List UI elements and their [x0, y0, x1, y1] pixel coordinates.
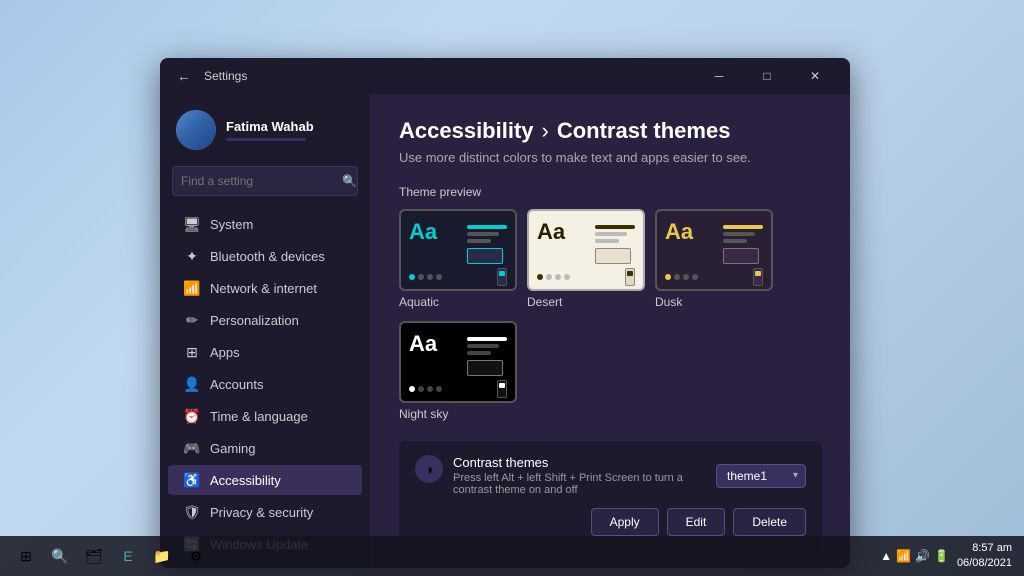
- nightsky-aa: Aa: [409, 331, 437, 357]
- contrast-actions: Apply Edit Delete: [415, 508, 806, 536]
- sidebar-item-accessibility[interactable]: ♿ Accessibility: [168, 465, 362, 495]
- gaming-icon: 🎮: [184, 440, 200, 456]
- apply-button[interactable]: Apply: [591, 508, 659, 536]
- user-section[interactable]: Fatima Wahab: [160, 102, 370, 166]
- sidebar-item-label: Accessibility: [210, 473, 281, 488]
- theme-nightsky-name: Night sky: [399, 407, 448, 421]
- search-icon: 🔍: [342, 174, 357, 188]
- theme-row-2: Aa: [399, 321, 822, 433]
- search-taskbar-button[interactable]: 🔍: [46, 542, 74, 570]
- contrast-info: ◑ Contrast themes Press left Alt + left …: [415, 455, 716, 496]
- window-title: Settings: [204, 69, 247, 83]
- contrast-theme-icon: ◑: [415, 455, 443, 483]
- search-input[interactable]: [181, 174, 336, 188]
- privacy-icon: 🛡: [184, 504, 200, 520]
- sidebar-item-label: Network & internet: [210, 281, 317, 296]
- apps-icon: ⊞: [184, 344, 200, 360]
- sidebar-item-label: Personalization: [210, 313, 299, 328]
- sidebar-item-accounts[interactable]: 👤 Accounts: [168, 369, 362, 399]
- breadcrumb-separator: ›: [542, 118, 549, 144]
- sidebar-item-bluetooth[interactable]: ✦ Bluetooth & devices: [168, 241, 362, 271]
- user-name: Fatima Wahab: [226, 119, 354, 134]
- avatar: [176, 110, 216, 150]
- sidebar-item-personalization[interactable]: ✏ Personalization: [168, 305, 362, 335]
- network-tray-icon: 📶: [896, 549, 911, 563]
- dusk-aa: Aa: [665, 219, 693, 245]
- close-button[interactable]: ✕: [792, 58, 838, 94]
- accessibility-icon: ♿: [184, 472, 200, 488]
- settings-window: ← Settings ─ □ ✕: [160, 58, 850, 568]
- sidebar-item-system[interactable]: 🖥 System: [168, 209, 362, 239]
- taskview-button[interactable]: 🗂: [80, 542, 108, 570]
- contrast-dropdown[interactable]: theme1 None Aquatic Desert Dusk Night sk…: [716, 464, 806, 488]
- breadcrumb-current: Contrast themes: [557, 118, 731, 144]
- minimize-button[interactable]: ─: [696, 58, 742, 94]
- theme-dusk-name: Dusk: [655, 295, 682, 309]
- theme-desert-name: Desert: [527, 295, 562, 309]
- accounts-icon: 👤: [184, 376, 200, 392]
- sidebar-item-label: Apps: [210, 345, 240, 360]
- back-button[interactable]: ←: [172, 64, 196, 88]
- theme-card-aquatic[interactable]: Aa: [399, 209, 517, 291]
- sidebar: Fatima Wahab 🔍 🖥 System ✦ Bluetooth & de…: [160, 94, 370, 568]
- sidebar-item-label: System: [210, 217, 253, 232]
- date-display: 06/08/2021: [957, 556, 1012, 571]
- sidebar-item-label: Bluetooth & devices: [210, 249, 325, 264]
- maximize-button[interactable]: □: [744, 58, 790, 94]
- volume-icon: 🔊: [915, 549, 930, 563]
- chevron-up-icon[interactable]: ▲: [880, 549, 892, 563]
- contrast-dropdown-wrapper[interactable]: theme1 None Aquatic Desert Dusk Night sk…: [716, 464, 806, 488]
- settings-taskbar-button[interactable]: ⚙: [182, 542, 210, 570]
- breadcrumb-parent: Accessibility: [399, 118, 534, 144]
- edit-button[interactable]: Edit: [667, 508, 726, 536]
- time-icon: ⏰: [184, 408, 200, 424]
- contrast-control: ◑ Contrast themes Press left Alt + left …: [399, 441, 822, 550]
- sidebar-item-label: Time & language: [210, 409, 308, 424]
- sidebar-item-network[interactable]: 📶 Network & internet: [168, 273, 362, 303]
- content-area: Accessibility › Contrast themes Use more…: [371, 94, 850, 568]
- sidebar-item-apps[interactable]: ⊞ Apps: [168, 337, 362, 367]
- network-icon: 📶: [184, 280, 200, 296]
- time-display: 8:57 am: [957, 541, 1012, 556]
- aquatic-aa: Aa: [409, 219, 437, 245]
- battery-icon: 🔋: [934, 549, 949, 563]
- sidebar-item-label: Privacy & security: [210, 505, 313, 520]
- system-tray-icons: ▲ 📶 🔊 🔋: [880, 549, 949, 563]
- delete-button[interactable]: Delete: [733, 508, 806, 536]
- window-controls: ─ □ ✕: [696, 58, 838, 94]
- system-icon: 🖥: [184, 216, 200, 232]
- taskbar-right: ▲ 📶 🔊 🔋 8:57 am 06/08/2021: [880, 541, 1012, 572]
- taskbar-left: ⊞ 🔍 🗂 E 📁 ⚙: [12, 542, 210, 570]
- taskbar-clock[interactable]: 8:57 am 06/08/2021: [957, 541, 1012, 572]
- sidebar-item-gaming[interactable]: 🎮 Gaming: [168, 433, 362, 463]
- user-bar: [226, 138, 306, 141]
- theme-card-dusk[interactable]: Aa: [655, 209, 773, 291]
- desert-aa: Aa: [537, 219, 565, 245]
- title-bar: ← Settings ─ □ ✕: [160, 58, 850, 94]
- sidebar-item-privacy[interactable]: 🛡 Privacy & security: [168, 497, 362, 527]
- theme-aquatic-name: Aquatic: [399, 295, 439, 309]
- contrast-title: Contrast themes: [453, 455, 716, 470]
- page-description: Use more distinct colors to make text an…: [399, 150, 822, 165]
- sidebar-item-label: Gaming: [210, 441, 256, 456]
- theme-row-1: Aa: [399, 209, 822, 321]
- sidebar-item-time[interactable]: ⏰ Time & language: [168, 401, 362, 431]
- sidebar-item-label: Accounts: [210, 377, 263, 392]
- contrast-control-top: ◑ Contrast themes Press left Alt + left …: [415, 455, 806, 496]
- theme-preview-label: Theme preview: [399, 185, 822, 199]
- theme-card-desert[interactable]: Aa: [527, 209, 645, 291]
- explorer-button[interactable]: 📁: [148, 542, 176, 570]
- contrast-description: Press left Alt + left Shift + Print Scre…: [453, 472, 716, 496]
- personalization-icon: ✏: [184, 312, 200, 328]
- desktop: ← Settings ─ □ ✕: [0, 0, 1024, 576]
- bluetooth-icon: ✦: [184, 248, 200, 264]
- edge-browser-button[interactable]: E: [114, 542, 142, 570]
- breadcrumb: Accessibility › Contrast themes: [399, 118, 822, 144]
- theme-card-nightsky[interactable]: Aa: [399, 321, 517, 403]
- taskbar: ⊞ 🔍 🗂 E 📁 ⚙ ▲ 📶 🔊 🔋 8:57 am 06/08/2021: [0, 536, 1024, 576]
- search-box[interactable]: 🔍: [172, 166, 358, 196]
- start-button[interactable]: ⊞: [12, 542, 40, 570]
- settings-body: Fatima Wahab 🔍 🖥 System ✦ Bluetooth & de…: [160, 94, 850, 568]
